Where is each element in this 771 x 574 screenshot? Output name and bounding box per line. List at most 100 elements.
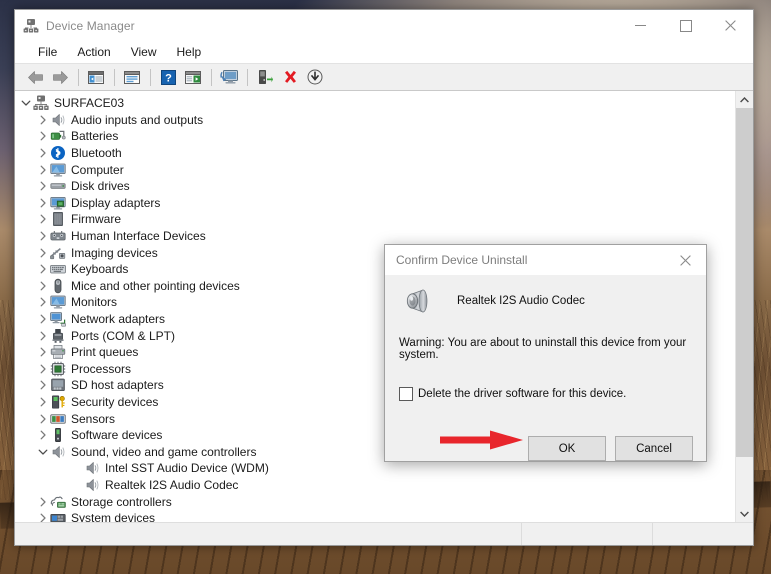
chevron-right-icon[interactable] [36, 511, 50, 522]
help-button[interactable]: ? [156, 66, 180, 88]
tree-node-label: Batteries [71, 129, 119, 144]
tree-node-label: Software devices [71, 428, 163, 443]
toolbar-separator [247, 68, 248, 86]
disable-device-button[interactable] [303, 66, 327, 88]
display-adapter-icon [50, 195, 66, 211]
delete-driver-checkbox-row[interactable]: Delete the driver software for this devi… [399, 387, 692, 401]
security-device-icon [50, 394, 66, 410]
chevron-right-icon[interactable] [36, 146, 50, 160]
chevron-right-icon[interactable] [36, 163, 50, 177]
properties-icon [124, 70, 140, 84]
vertical-scrollbar[interactable] [735, 91, 753, 522]
tree-node-label: SURFACE03 [54, 96, 125, 111]
chevron-right-icon[interactable] [36, 179, 50, 193]
scroll-up-icon[interactable] [736, 91, 753, 108]
scrollbar-track[interactable] [736, 108, 753, 505]
minimize-button[interactable] [618, 10, 663, 41]
tree-node-label: Imaging devices [71, 245, 158, 260]
delete-driver-checkbox-label: Delete the driver software for this devi… [418, 388, 627, 400]
tree-node[interactable]: Bluetooth [15, 145, 735, 162]
dialog-title-bar[interactable]: Confirm Device Uninstall [385, 245, 706, 275]
chevron-right-icon[interactable] [36, 279, 50, 293]
ok-button[interactable]: OK [528, 436, 606, 461]
chevron-right-icon[interactable] [36, 329, 50, 343]
tree-node[interactable]: Disk drives [15, 178, 735, 195]
desktop-background: Device Manager File Action View Help ? S… [0, 0, 771, 574]
tree-node-label: Print queues [71, 345, 139, 360]
show-hide-console-tree-icon [88, 70, 104, 84]
chevron-right-icon[interactable] [36, 129, 50, 143]
dialog-footer: OK Cancel [385, 417, 706, 461]
chevron-right-icon[interactable] [36, 395, 50, 409]
chevron-down-icon[interactable] [36, 445, 50, 459]
chevron-right-icon[interactable] [36, 428, 50, 442]
sensor-icon [50, 411, 66, 427]
scan-for-hardware-changes-button[interactable] [217, 66, 241, 88]
tree-node-label: Security devices [71, 394, 159, 409]
enable-device-button[interactable] [253, 66, 277, 88]
minimize-icon [635, 25, 646, 26]
tree-node[interactable]: System devices [15, 510, 735, 522]
cancel-button[interactable]: Cancel [615, 436, 693, 461]
chevron-right-icon[interactable] [36, 262, 50, 276]
update-driver-button[interactable] [181, 66, 205, 88]
menu-help[interactable]: Help [168, 43, 211, 62]
scroll-down-icon[interactable] [736, 505, 753, 522]
status-pane-3 [653, 523, 753, 545]
tree-node-label: Intel SST Audio Device (WDM) [105, 461, 269, 476]
chevron-right-icon[interactable] [36, 345, 50, 359]
menu-file[interactable]: File [29, 43, 66, 62]
chevron-right-icon[interactable] [36, 212, 50, 226]
chevron-right-icon[interactable] [36, 196, 50, 210]
tree-node[interactable]: Computer [15, 161, 735, 178]
maximize-button[interactable] [663, 10, 708, 41]
uninstall-device-icon [284, 70, 296, 83]
dialog-body: Realtek I2S Audio Codec Warning: You are… [385, 275, 706, 417]
properties-button[interactable] [120, 66, 144, 88]
speaker-icon [84, 477, 100, 493]
tree-node[interactable]: Storage controllers [15, 493, 735, 510]
show-hide-console-tree-button[interactable] [84, 66, 108, 88]
menu-action[interactable]: Action [68, 43, 119, 62]
tree-node[interactable]: Audio inputs and outputs [15, 112, 735, 129]
tree-node[interactable]: Realtek I2S Audio Codec [15, 477, 735, 494]
chevron-right-icon[interactable] [36, 113, 50, 127]
tree-node[interactable]: Batteries [15, 128, 735, 145]
tree-node[interactable]: Human Interface Devices [15, 228, 735, 245]
tree-node[interactable]: Firmware [15, 211, 735, 228]
chevron-right-icon[interactable] [36, 362, 50, 376]
back-button[interactable] [23, 66, 47, 88]
chevron-right-icon[interactable] [36, 312, 50, 326]
close-button[interactable] [708, 10, 753, 41]
toolbar: ? [15, 63, 753, 91]
tree-node-label: Computer [71, 162, 124, 177]
chevron-down-icon[interactable] [19, 96, 33, 110]
enable-device-icon [259, 70, 273, 84]
tree-node[interactable]: Intel SST Audio Device (WDM) [15, 460, 735, 477]
dialog-close-button[interactable] [664, 245, 706, 275]
device-manager-icon [23, 18, 39, 34]
scrollbar-thumb[interactable] [736, 108, 753, 458]
tree-node-label: Display adapters [71, 195, 161, 210]
menu-view[interactable]: View [122, 43, 166, 62]
delete-driver-checkbox[interactable] [399, 387, 413, 401]
speaker-icon [50, 112, 66, 128]
chevron-right-icon[interactable] [36, 229, 50, 243]
forward-button[interactable] [48, 66, 72, 88]
chevron-right-icon[interactable] [36, 378, 50, 392]
uninstall-device-button[interactable] [278, 66, 302, 88]
scan-for-hardware-changes-icon [220, 70, 238, 84]
tree-node-label: Realtek I2S Audio Codec [105, 477, 239, 492]
close-icon [725, 20, 736, 31]
battery-icon [50, 128, 66, 144]
tree-node[interactable]: SURFACE03 [15, 95, 735, 112]
mouse-icon [50, 278, 66, 294]
svg-text:?: ? [165, 72, 172, 84]
tree-node[interactable]: Display adapters [15, 195, 735, 212]
title-bar[interactable]: Device Manager [15, 10, 753, 41]
chevron-right-icon[interactable] [36, 412, 50, 426]
tree-node-label: Ports (COM & LPT) [71, 328, 176, 343]
chevron-right-icon[interactable] [36, 295, 50, 309]
chevron-right-icon[interactable] [36, 495, 50, 509]
chevron-right-icon[interactable] [36, 246, 50, 260]
